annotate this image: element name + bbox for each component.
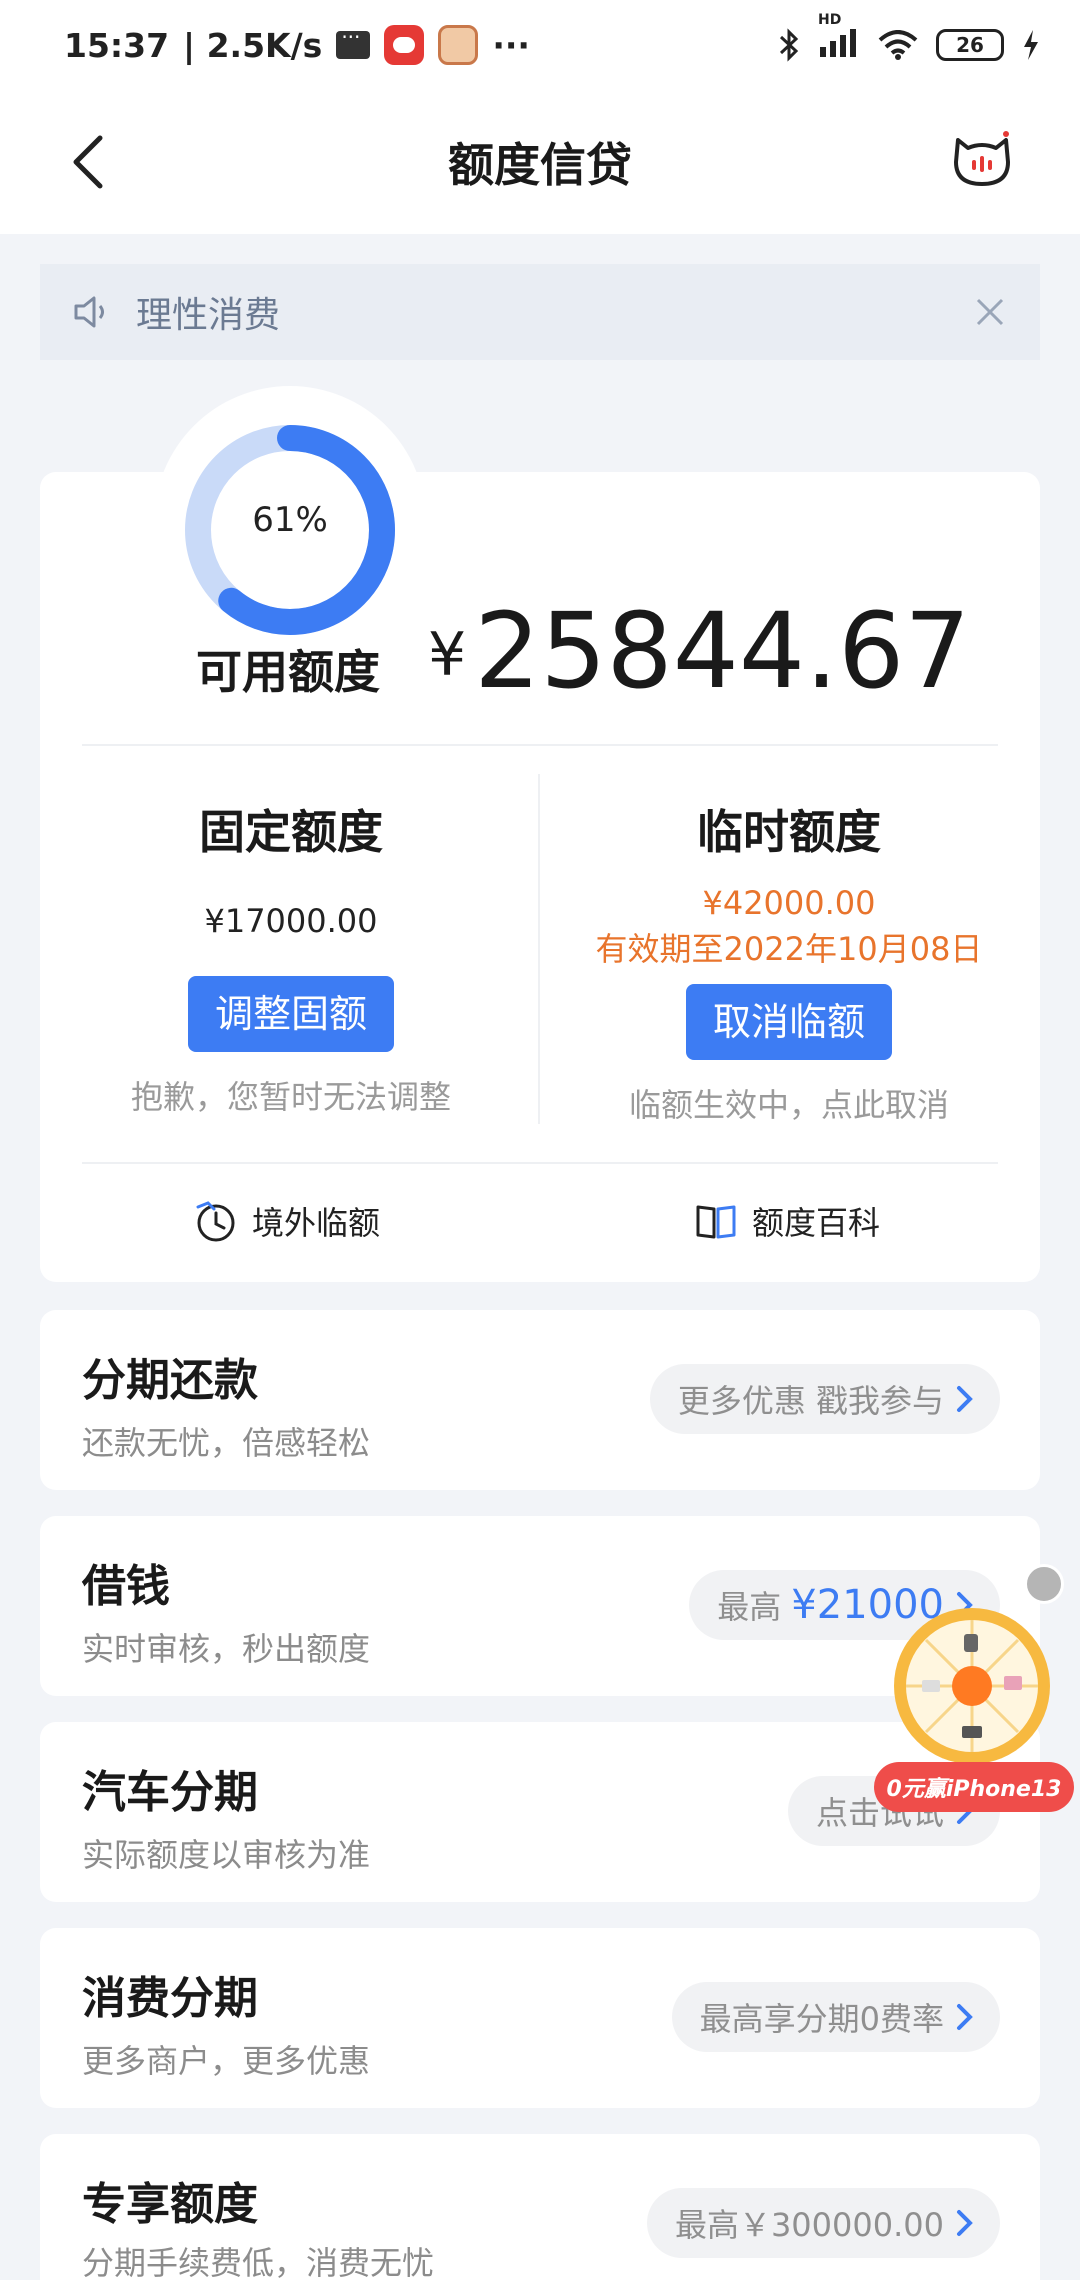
- list-item-borrow-money[interactable]: 借钱 实时审核，秒出额度 最高 ¥21000: [40, 1516, 1040, 1696]
- fixed-credit-hint: 抱歉，您暂时无法调整: [130, 1078, 451, 1116]
- currency-symbol: ¥: [428, 620, 467, 690]
- promo-banner[interactable]: 0元赢iPhone13: [874, 1762, 1074, 1812]
- chevron-right-icon: [957, 2210, 973, 2236]
- chevron-right-icon: [957, 1386, 973, 1412]
- item-subtitle: 分期手续费低，消费无忧: [82, 2244, 435, 2280]
- overseas-temp-credit-label: 境外临额: [252, 1204, 381, 1242]
- temporary-credit-title: 临时额度: [697, 805, 881, 859]
- app-notification-icon-2: [438, 25, 479, 65]
- charging-icon: [1024, 30, 1038, 60]
- item-title: 专享额度: [82, 2179, 258, 2230]
- status-speed: | 2.5K/s: [183, 25, 323, 65]
- divider: [538, 774, 540, 1124]
- wifi-icon: [878, 30, 918, 60]
- item-subtitle: 更多商户，更多优惠: [82, 2042, 371, 2080]
- fixed-credit-title: 固定额度: [199, 805, 383, 859]
- pill-text: 最高享分期0费率: [699, 2000, 944, 2038]
- fixed-credit-amount: ¥17000.00: [204, 902, 378, 940]
- nav-bar: 额度信贷: [0, 90, 1080, 234]
- notice-bar[interactable]: 理性消费: [40, 264, 1040, 360]
- book-icon: [696, 1205, 736, 1239]
- pill-text: 最高: [717, 1588, 782, 1626]
- signal-icon: HD: [818, 12, 860, 65]
- item-action-pill[interactable]: 最高￥300000.00: [646, 2188, 1000, 2258]
- adjust-fixed-credit-button[interactable]: 调整固额: [188, 976, 394, 1052]
- item-title: 汽车分期: [82, 1767, 258, 1818]
- message-icon: [336, 25, 371, 59]
- item-subtitle: 实际额度以审核为准: [82, 1836, 371, 1874]
- temporary-credit-section: 临时额度 ¥42000.00 有效期至2022年10月08日 取消临额 临额生效…: [574, 796, 1004, 1126]
- chevron-right-icon: [957, 2004, 973, 2030]
- item-subtitle: 还款无忧，倍感轻松: [82, 1424, 371, 1462]
- list-item-exclusive-credit[interactable]: 专享额度 分期手续费低，消费无忧 最高￥300000.00: [40, 2134, 1040, 2280]
- fixed-credit-section: 固定额度 ¥17000.00 调整固额 抱歉，您暂时无法调整: [76, 796, 506, 1118]
- temporary-credit-amount: ¥42000.00: [702, 884, 876, 922]
- close-icon[interactable]: [970, 292, 1010, 332]
- customer-service-cat-icon[interactable]: [950, 126, 1014, 190]
- available-credit-amount: ¥25844.67: [428, 590, 970, 712]
- item-title: 消费分期: [82, 1973, 258, 2024]
- speaker-icon: [74, 296, 104, 328]
- status-bar: 15:37 | 2.5K/s ··· HD 26: [0, 0, 1080, 90]
- list-item-installment-repayment[interactable]: 分期还款 还款无忧，倍感轻松 更多优惠 戳我参与: [40, 1310, 1040, 1490]
- pill-text: 最高￥300000.00: [674, 2206, 944, 2244]
- item-title: 分期还款: [82, 1355, 258, 1406]
- battery-level: 26: [956, 33, 984, 57]
- overseas-temp-credit-link[interactable]: 境外临额: [194, 1198, 380, 1244]
- item-subtitle: 实时审核，秒出额度: [82, 1630, 371, 1668]
- back-icon[interactable]: [64, 130, 124, 194]
- more-notifications-icon: ···: [492, 25, 530, 65]
- list-item-consumer-installment[interactable]: 消费分期 更多商户，更多优惠 最高享分期0费率: [40, 1928, 1040, 2108]
- status-time: 15:37: [64, 25, 170, 65]
- page-title: 额度信贷: [448, 138, 632, 192]
- temporary-credit-hint[interactable]: 临额生效中，点此取消: [574, 1080, 1004, 1126]
- pill-text: 更多优惠 戳我参与: [677, 1382, 944, 1420]
- item-title: 借钱: [82, 1561, 170, 1612]
- bluetooth-icon: [779, 28, 799, 62]
- available-credit-label: 可用额度: [196, 645, 380, 699]
- available-amount-value: 25844.67: [474, 590, 971, 712]
- item-action-pill[interactable]: 最高享分期0费率: [671, 1982, 1000, 2052]
- hd-label: HD: [818, 11, 842, 28]
- temporary-credit-validity: 有效期至2022年10月08日: [595, 930, 983, 968]
- app-notification-icon: [384, 25, 425, 65]
- notice-text: 理性消费: [136, 295, 281, 336]
- list-item-car-installment[interactable]: 汽车分期 实际额度以审核为准 点击试试: [40, 1722, 1040, 1902]
- airplane-clock-icon: [196, 1201, 235, 1242]
- usage-percent: 61%: [252, 500, 328, 540]
- divider: [82, 1162, 998, 1164]
- cancel-temporary-credit-button[interactable]: 取消临额: [686, 984, 892, 1060]
- credit-wiki-link[interactable]: 额度百科: [694, 1198, 880, 1244]
- battery-icon: 26: [936, 29, 1004, 61]
- item-action-pill[interactable]: 更多优惠 戳我参与: [649, 1364, 1000, 1434]
- credit-wiki-label: 额度百科: [752, 1204, 881, 1242]
- close-promo-icon[interactable]: [1024, 1564, 1064, 1604]
- divider: [82, 744, 998, 746]
